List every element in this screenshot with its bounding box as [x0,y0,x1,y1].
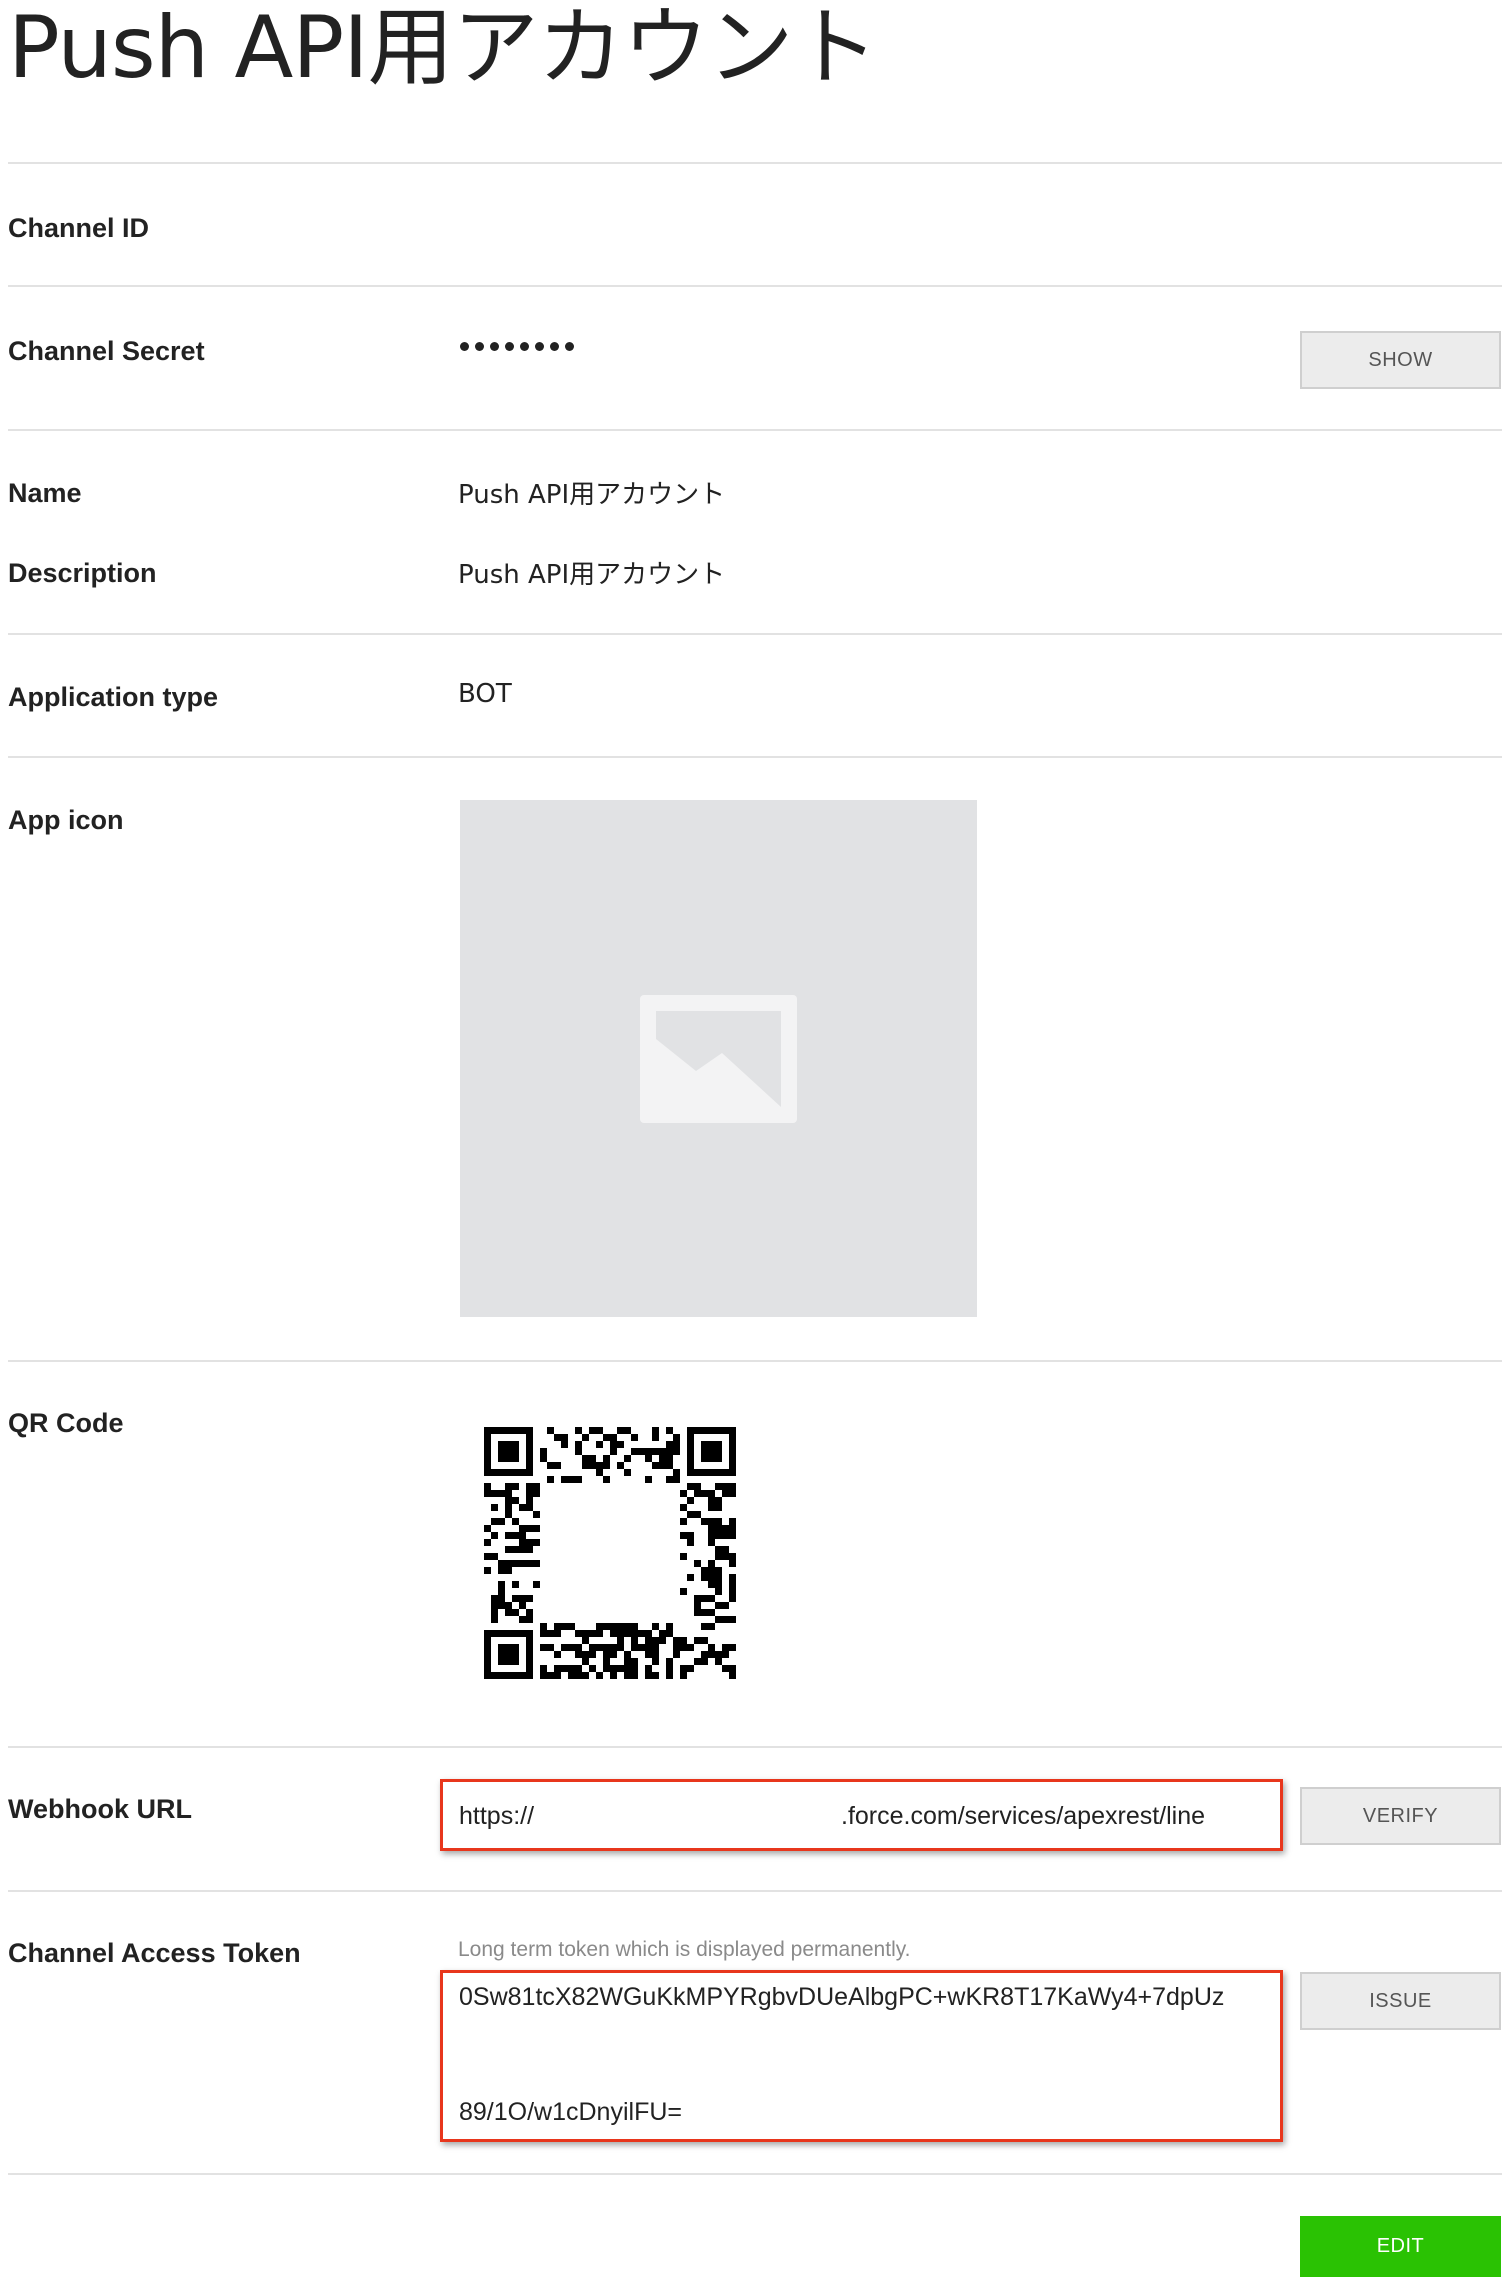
issue-button[interactable]: ISSUE [1300,1972,1501,2030]
channel-id-label: Channel ID [8,213,150,243]
app-icon-label: App icon [8,805,124,835]
divider [8,633,1502,635]
divider [8,429,1502,431]
divider [8,285,1502,287]
verify-button[interactable]: VERIFY [1300,1787,1501,1845]
edit-button[interactable]: EDIT [1300,2216,1501,2277]
token-line-2: 89/1O/w1cDnyilFU= [459,2098,682,2126]
webhook-url-prefix: https:// [459,1802,535,1830]
app-icon-placeholder [460,800,977,1317]
channel-access-token-field[interactable]: 0Sw81tcX82WGuKkMPYRgbvDUeAlbgPC+wKR8T17K… [440,1970,1283,2142]
show-secret-button[interactable]: SHOW [1300,331,1501,389]
divider [8,162,1502,164]
qr-code-image [484,1427,736,1679]
divider [8,1890,1502,1892]
qr-code-label: QR Code [8,1408,124,1438]
name-label: Name [8,478,82,508]
description-value: Push API用アカウント [458,560,726,590]
page-title: Push API用アカウント [8,0,879,98]
channel-secret-masked-value [460,342,574,351]
token-hint: Long term token which is displayed perma… [458,1938,911,1961]
divider [8,756,1502,758]
webhook-url-suffix: .force.com/services/apexrest/line [841,1802,1206,1830]
divider [8,2173,1502,2175]
channel-access-token-label: Channel Access Token [8,1938,301,1968]
image-placeholder-icon [640,995,797,1123]
name-value: Push API用アカウント [458,480,726,510]
divider [8,1360,1502,1362]
application-type-value: BOT [458,679,512,709]
token-line-1: 0Sw81tcX82WGuKkMPYRgbvDUeAlbgPC+wKR8T17K… [459,1983,1225,2011]
description-label: Description [8,558,157,588]
channel-secret-label: Channel Secret [8,336,205,366]
application-type-label: Application type [8,682,219,712]
webhook-url-input[interactable]: https:// .force.com/services/apexrest/li… [440,1779,1283,1851]
divider [8,1746,1502,1748]
webhook-url-label: Webhook URL [8,1794,192,1824]
